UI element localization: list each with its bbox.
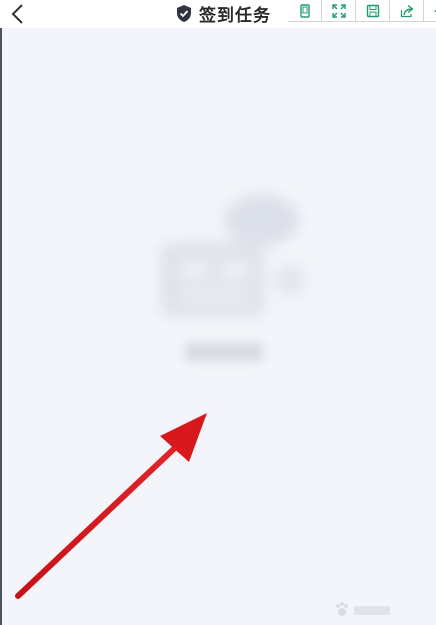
watermark-logo [334,600,394,624]
shield-check-icon [177,4,191,22]
save-button[interactable] [355,0,390,22]
empty-state-caption [185,343,263,361]
back-button[interactable] [4,0,32,28]
save-icon [366,4,379,17]
empty-state-illustration [160,194,306,317]
screenshot-toolbar [288,0,436,22]
page-title: 签到任务 [199,5,271,26]
share-button[interactable] [389,0,424,22]
app-header: 签到任务 [0,0,436,28]
settings-button[interactable] [423,0,436,22]
paw-watermark-icon [336,602,390,616]
phone-screen-icon [299,3,310,18]
page-title-group: 签到任务 [175,0,271,26]
phone-screen-button[interactable] [288,0,322,22]
window-frame-edge [0,0,2,625]
share-icon [400,4,414,17]
fullscreen-icon [331,3,346,18]
chevron-left-icon [11,4,23,24]
fullscreen-button[interactable] [321,0,356,22]
